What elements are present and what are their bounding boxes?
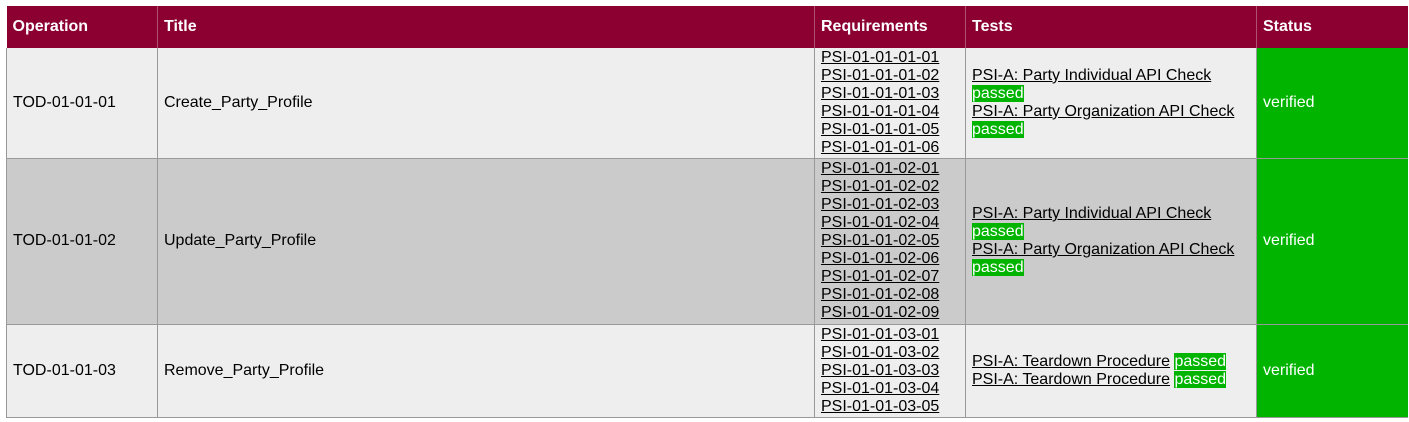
passed-badge: passed — [972, 259, 1024, 276]
tests-cell: PSI-A: Teardown Procedure passed PSI-A: T… — [965, 324, 1257, 418]
title-cell: Update_Party_Profile — [157, 158, 815, 325]
tests-cell: PSI-A: Party Individual API Check passed P… — [965, 158, 1257, 325]
requirement-link[interactable]: PSI-01-01-01-05 — [821, 121, 959, 139]
requirement-link[interactable]: PSI-01-01-02-01 — [821, 160, 959, 178]
passed-badge: passed — [1174, 370, 1227, 388]
header-requirements: Requirements — [814, 6, 966, 48]
table-row: TOD-01-01-01 Create_Party_Profile PSI-01-0… — [6, 48, 1408, 159]
requirement-link[interactable]: PSI-01-01-02-04 — [821, 214, 959, 232]
requirements-cell: PSI-01-01-03-01 PSI-01-01-03-02 PSI-01-01-… — [814, 324, 966, 418]
requirement-link[interactable]: PSI-01-01-03-03 — [821, 362, 959, 380]
operation-cell: TOD-01-01-01 — [6, 48, 158, 159]
header-tests: Tests — [965, 6, 1257, 48]
table-row: TOD-01-01-02 Update_Party_Profile PSI-01-0… — [6, 158, 1408, 325]
passed-badge: passed — [972, 120, 1024, 138]
table-body: TOD-01-01-01 Create_Party_Profile PSI-01-0… — [6, 48, 1408, 418]
test-link[interactable]: PSI-A: Party Individual API Check — [972, 205, 1211, 222]
requirements-cell: PSI-01-01-02-01 PSI-01-01-02-02 PSI-01-01-… — [814, 158, 966, 325]
test-entry: PSI-A: Party Individual API Check passed — [972, 205, 1250, 241]
operations-table: Operation Title Requirements Tests Statu… — [6, 6, 1408, 418]
requirement-link[interactable]: PSI-01-01-02-06 — [821, 250, 959, 268]
requirement-link[interactable]: PSI-01-01-02-03 — [821, 196, 959, 214]
requirement-link[interactable]: PSI-01-01-01-04 — [821, 103, 959, 121]
title-cell: Create_Party_Profile — [157, 48, 815, 159]
requirement-link[interactable]: PSI-01-01-02-05 — [821, 232, 959, 250]
requirement-link[interactable]: PSI-01-01-02-08 — [821, 286, 959, 304]
requirement-link[interactable]: PSI-01-01-01-06 — [821, 139, 959, 157]
header-title: Title — [157, 6, 815, 48]
requirements-cell: PSI-01-01-01-01 PSI-01-01-01-02 PSI-01-01-… — [814, 48, 966, 159]
test-link[interactable]: PSI-A: Teardown Procedure — [972, 371, 1170, 388]
operation-cell: TOD-01-01-03 — [6, 324, 158, 418]
requirement-link[interactable]: PSI-01-01-02-07 — [821, 268, 959, 286]
table-row: TOD-01-01-03 Remove_Party_Profile PSI-01-0… — [6, 324, 1408, 418]
test-link[interactable]: PSI-A: Party Individual API Check — [972, 67, 1211, 84]
test-entry: PSI-A: Party Organization API Check passe… — [972, 241, 1250, 277]
requirement-link[interactable]: PSI-01-01-03-01 — [821, 326, 959, 344]
requirement-link[interactable]: PSI-01-01-03-04 — [821, 380, 959, 398]
test-link[interactable]: PSI-A: Party Organization API Check — [972, 103, 1234, 120]
test-entry: PSI-A: Teardown Procedure passed — [972, 352, 1250, 371]
operation-cell: TOD-01-01-02 — [6, 158, 158, 325]
requirement-link[interactable]: PSI-01-01-01-02 — [821, 67, 959, 85]
test-link[interactable]: PSI-A: Teardown Procedure — [972, 353, 1170, 370]
test-entry: PSI-A: Teardown Procedure passed — [972, 370, 1250, 389]
title-cell: Remove_Party_Profile — [157, 324, 815, 418]
tests-cell: PSI-A: Party Individual API Check passed P… — [965, 48, 1257, 159]
requirement-link[interactable]: PSI-01-01-01-01 — [821, 49, 959, 67]
status-cell: verified — [1256, 324, 1408, 418]
header-operation: Operation — [6, 6, 158, 48]
test-entry: PSI-A: Party Organization API Check passe… — [972, 103, 1250, 139]
test-link[interactable]: PSI-A: Party Organization API Check — [972, 241, 1234, 258]
requirement-link[interactable]: PSI-01-01-02-02 — [821, 178, 959, 196]
requirement-link[interactable]: PSI-01-01-03-02 — [821, 344, 959, 362]
table-header-row: Operation Title Requirements Tests Statu… — [6, 6, 1408, 48]
status-cell: verified — [1256, 48, 1408, 159]
passed-badge: passed — [972, 84, 1024, 102]
requirement-link[interactable]: PSI-01-01-03-05 — [821, 398, 959, 416]
status-cell: verified — [1256, 158, 1408, 325]
passed-badge: passed — [1174, 352, 1227, 370]
passed-badge: passed — [972, 223, 1024, 240]
test-entry: PSI-A: Party Individual API Check passed — [972, 67, 1250, 103]
header-status: Status — [1256, 6, 1408, 48]
requirement-link[interactable]: PSI-01-01-02-09 — [821, 304, 959, 322]
requirement-link[interactable]: PSI-01-01-01-03 — [821, 85, 959, 103]
